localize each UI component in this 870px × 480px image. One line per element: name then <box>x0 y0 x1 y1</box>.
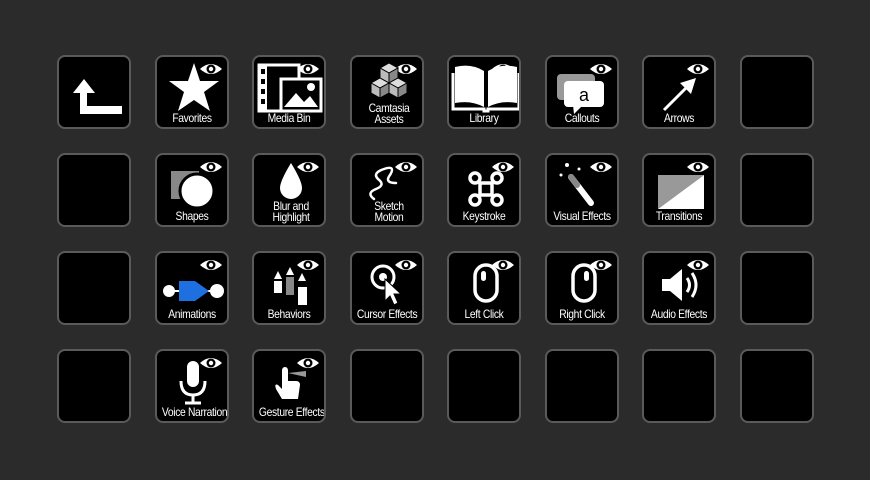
camtasia-assets-key[interactable]: Camtasia Assets <box>350 55 424 129</box>
voice-narration-label: Voice Narration <box>161 405 228 419</box>
empty-key[interactable] <box>740 251 814 325</box>
keystroke-label: Keystroke <box>462 209 506 223</box>
library-key[interactable]: Library <box>447 55 521 129</box>
back-arrow-icon <box>73 79 122 114</box>
empty-key[interactable] <box>740 349 814 423</box>
empty-key[interactable] <box>740 55 814 129</box>
sketch-motion-label: Sketch Motion <box>374 199 404 224</box>
shapes-key[interactable]: Shapes <box>155 153 229 227</box>
blur-highlight-label: Blur and Highlight <box>272 199 310 224</box>
arrows-label: Arrows <box>663 111 695 125</box>
left-click-key[interactable]: Left Click <box>447 251 521 325</box>
cursor-effects-label: Cursor Effects <box>356 307 418 321</box>
callouts-key[interactable]: a Callouts <box>545 55 619 129</box>
shapes-label: Shapes <box>175 209 209 223</box>
empty-key[interactable] <box>545 349 619 423</box>
empty-key[interactable] <box>740 153 814 227</box>
gesture-effects-label: Gesture Effects <box>258 405 325 419</box>
behaviors-key[interactable]: Behaviors <box>252 251 326 325</box>
blur-highlight-key[interactable]: Blur and Highlight <box>252 153 326 227</box>
sketch-motion-key[interactable]: Sketch Motion <box>350 153 424 227</box>
transitions-label: Transitions <box>655 209 703 223</box>
favorites-label: Favorites <box>172 111 212 125</box>
visual-effects-key[interactable]: Visual Effects <box>545 153 619 227</box>
empty-key[interactable] <box>447 349 521 423</box>
left-click-label: Left Click <box>464 307 504 321</box>
right-click-label: Right Click <box>559 307 605 321</box>
visual-effects-label: Visual Effects <box>553 209 611 223</box>
empty-key[interactable] <box>57 349 131 423</box>
camtasia-assets-label: Camtasia Assets <box>368 101 410 126</box>
library-label: Library <box>469 111 499 125</box>
animations-key[interactable]: Animations <box>155 251 229 325</box>
empty-key[interactable] <box>642 349 716 423</box>
svg-text:a: a <box>579 85 590 105</box>
callouts-label: Callouts <box>564 111 600 125</box>
voice-narration-key[interactable]: Voice Narration <box>155 349 229 423</box>
transitions-key[interactable]: Transitions <box>642 153 716 227</box>
media-bin-label: Media Bin <box>267 111 311 125</box>
back-key[interactable] <box>57 55 131 129</box>
audio-effects-key[interactable]: Audio Effects <box>642 251 716 325</box>
favorites-key[interactable]: Favorites <box>155 55 229 129</box>
keystroke-key[interactable]: Keystroke <box>447 153 521 227</box>
behaviors-label: Behaviors <box>267 307 311 321</box>
empty-key[interactable] <box>57 251 131 325</box>
empty-key[interactable] <box>350 349 424 423</box>
audio-effects-label: Audio Effects <box>650 307 708 321</box>
gesture-effects-key[interactable]: Gesture Effects <box>252 349 326 423</box>
cursor-effects-key[interactable]: Cursor Effects <box>350 251 424 325</box>
media-bin-key[interactable]: Media Bin <box>252 55 326 129</box>
arrows-key[interactable]: Arrows <box>642 55 716 129</box>
animations-label: Animations <box>168 307 216 321</box>
empty-key[interactable] <box>57 153 131 227</box>
right-click-key[interactable]: Right Click <box>545 251 619 325</box>
